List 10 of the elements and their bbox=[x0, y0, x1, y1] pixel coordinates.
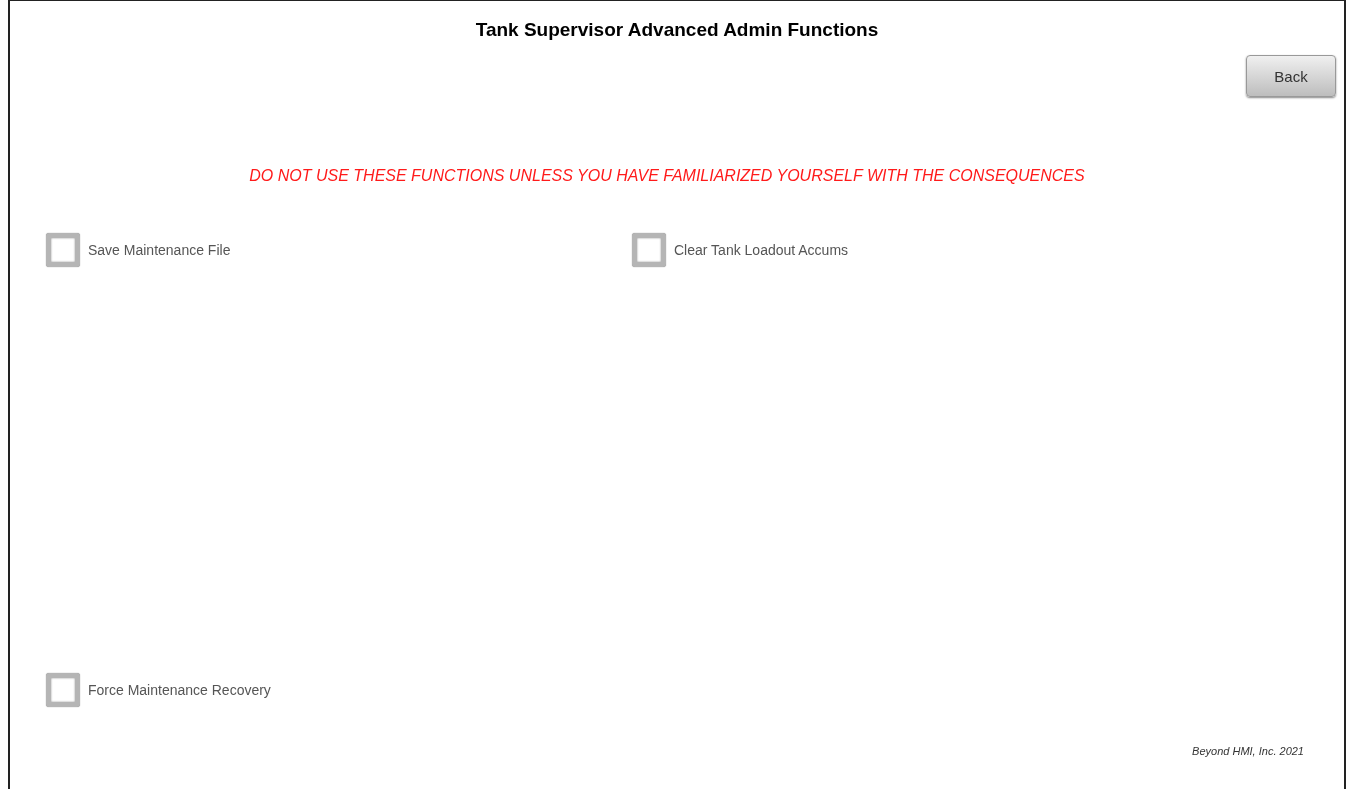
back-button[interactable]: Back bbox=[1246, 55, 1336, 97]
checkbox-label: Force Maintenance Recovery bbox=[88, 682, 271, 698]
checkbox[interactable] bbox=[632, 233, 666, 267]
copyright-text: Beyond HMI, Inc. 2021 bbox=[1192, 745, 1304, 757]
checkbox-label: Save Maintenance File bbox=[88, 242, 231, 258]
checkbox-label: Clear Tank Loadout Accums bbox=[674, 242, 849, 258]
checkbox[interactable] bbox=[46, 673, 80, 707]
warning-text: DO NOT USE THESE FUNCTIONS UNLESS YOU HAVE FAMILIARIZED YOURSELF WITH THE CONSEQUENCES bbox=[248, 167, 1086, 185]
page-title: Tank Supervisor Advanced Admin Functions bbox=[475, 19, 879, 41]
checkbox[interactable] bbox=[46, 233, 80, 267]
